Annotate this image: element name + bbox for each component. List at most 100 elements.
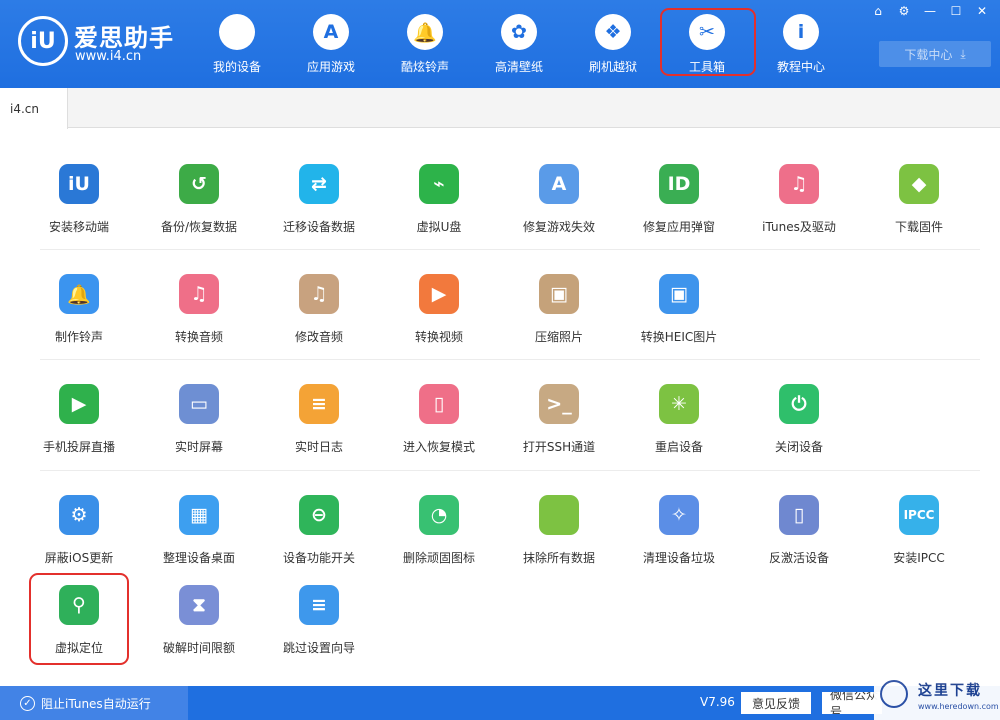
tool-label: 压缩照片 [534, 330, 583, 344]
skip-setup-icon: ≡ [299, 585, 339, 625]
close-icon[interactable]: ✕ [972, 2, 992, 20]
wechat-button[interactable]: 微信公众号 [822, 692, 882, 714]
log-file-icon: ≡ [299, 384, 339, 424]
toggle-switch-icon: ⊖ [299, 495, 339, 535]
nav-item-4[interactable]: ❖ 刷机越狱 [566, 0, 660, 88]
tool-highlight-annotation [29, 573, 129, 665]
tool-item[interactable]: ✧ 清理设备垃圾 [619, 495, 739, 587]
skin-icon[interactable]: ⌂ [868, 2, 888, 20]
backup-clock-icon: ↺ [179, 164, 219, 204]
tool-item[interactable]: ▶ 手机投屏直播 [19, 384, 139, 476]
tool-label: 转换视频 [414, 330, 463, 344]
tool-label: 重启设备 [654, 440, 703, 454]
restart-icon: ✳ [659, 384, 699, 424]
tool-label: 破解时间限额 [162, 641, 235, 655]
tool-item[interactable]: ▣ 压缩照片 [499, 274, 619, 366]
feedback-button[interactable]: 意见反馈 [741, 692, 811, 714]
minimize-icon[interactable]: — [920, 2, 940, 20]
audio-convert-icon: ♫ [179, 274, 219, 314]
tool-item[interactable]: ♫ iTunes及驱动 [739, 164, 859, 256]
tool-label: 删除顽固图标 [402, 551, 475, 565]
nav-label: 高清壁纸 [494, 60, 543, 74]
tool-item[interactable]: ⊖ 设备功能开关 [259, 495, 379, 587]
tool-label: 安装移动端 [48, 220, 109, 234]
nav-item-1[interactable]: A 应用游戏 [284, 0, 378, 88]
nav-item-2[interactable]: 🔔 酷炫铃声 [378, 0, 472, 88]
tool-item[interactable]: A 修复游戏失效 [499, 164, 619, 256]
tool-label: 手机投屏直播 [42, 440, 115, 454]
tool-item[interactable]: 抹除所有数据 [499, 495, 619, 587]
nav-label: 酷炫铃声 [400, 60, 449, 74]
desktop-grid-icon: ▦ [179, 495, 219, 535]
tool-item[interactable]: ⏻ 关闭设备 [739, 384, 859, 476]
tool-item[interactable]: ⇄ 迁移设备数据 [259, 164, 379, 256]
nav-item-0[interactable]: 我的设备 [190, 0, 284, 88]
tool-item[interactable]: ⌁ 虚拟U盘 [379, 164, 499, 256]
tool-item[interactable]: ◆ 下载固件 [859, 164, 979, 256]
tool-label: 设备功能开关 [282, 551, 355, 565]
transfer-phones-icon: ⇄ [299, 164, 339, 204]
app-logo: iU 爱思助手 www.i4.cn [18, 16, 178, 70]
tool-item[interactable]: ▭ 实时屏幕 [139, 384, 259, 476]
tool-item[interactable]: ▦ 整理设备桌面 [139, 495, 259, 587]
dropbox-icon: ❖ [595, 14, 631, 50]
tool-item[interactable]: ♫ 转换音频 [139, 274, 259, 366]
usb-drive-icon: ⌁ [419, 164, 459, 204]
block-itunes-label: 阻止iTunes自动运行 [41, 696, 151, 711]
tool-label: 实时屏幕 [174, 440, 223, 454]
tool-item[interactable]: ⧗ 破解时间限额 [139, 585, 259, 677]
tool-item[interactable]: ▣ 转换HEIC图片 [619, 274, 739, 366]
tool-item[interactable]: ♫ 修改音频 [259, 274, 379, 366]
nav-label: 应用游戏 [306, 60, 355, 74]
power-icon: ⏻ [779, 384, 819, 424]
tool-item[interactable]: iU 安装移动端 [19, 164, 139, 256]
maximize-icon[interactable]: ☐ [946, 2, 966, 20]
tool-label: 进入恢复模式 [402, 440, 475, 454]
tool-label: 整理设备桌面 [162, 551, 235, 565]
tool-item[interactable]: IPCC 安装IPCC [859, 495, 979, 587]
nav-label: 刷机越狱 [588, 60, 637, 74]
tool-item[interactable]: ↺ 备份/恢复数据 [139, 164, 259, 256]
tool-item[interactable]: ID 修复应用弹窗 [619, 164, 739, 256]
tool-label: 抹除所有数据 [522, 551, 595, 565]
tool-item[interactable]: 🔔 制作铃声 [19, 274, 139, 366]
download-center-label: 下载中心 [904, 47, 953, 62]
logo-name: 爱思助手 [74, 24, 174, 52]
tool-label: 修改音频 [294, 330, 343, 344]
tool-label: 安装IPCC [893, 551, 945, 565]
download-center-button[interactable]: 下载中心 ⤓ [879, 41, 991, 67]
tool-item[interactable]: ≡ 实时日志 [259, 384, 379, 476]
block-itunes-toggle[interactable]: ✓ 阻止iTunes自动运行 [0, 686, 188, 720]
logo-url: www.i4.cn [75, 49, 142, 64]
tool-item[interactable]: ▯ 反激活设备 [739, 495, 859, 587]
watermark-url: www.heredown.com [918, 702, 999, 711]
settings-icon[interactable]: ⚙ [894, 2, 914, 20]
tool-item[interactable]: ▶ 转换视频 [379, 274, 499, 366]
ssh-terminal-icon: >_ [539, 384, 579, 424]
tool-label: 实时日志 [294, 440, 343, 454]
tool-label: 转换音频 [174, 330, 223, 344]
screen-cast-icon: ▶ [59, 384, 99, 424]
tool-label: 关闭设备 [774, 440, 823, 454]
erase-apple-icon [539, 495, 579, 535]
broom-icon: ✧ [659, 495, 699, 535]
nav-item-3[interactable]: ✿ 高清壁纸 [472, 0, 566, 88]
tool-label: 清理设备垃圾 [642, 551, 715, 565]
app-repair-icon: A [539, 164, 579, 204]
tool-item[interactable]: >_ 打开SSH通道 [499, 384, 619, 476]
tool-item[interactable]: ✳ 重启设备 [619, 384, 739, 476]
row-divider [40, 359, 980, 360]
hourglass-icon: ⧗ [179, 585, 219, 625]
i4-mobile-icon: iU [59, 164, 99, 204]
tool-item[interactable]: ◔ 删除顽固图标 [379, 495, 499, 587]
apple-icon [219, 14, 255, 50]
video-convert-icon: ▶ [419, 274, 459, 314]
watermark-logo-icon [880, 680, 908, 708]
nav-item-6[interactable]: i 教程中心 [754, 0, 848, 88]
tool-item[interactable]: ≡ 跳过设置向导 [259, 585, 379, 677]
tab-i4cn[interactable]: i4.cn [0, 88, 68, 129]
download-icon: ⤓ [960, 46, 966, 61]
monitor-icon: ▭ [179, 384, 219, 424]
tool-label: 转换HEIC图片 [640, 330, 718, 344]
tool-item[interactable]: ▯ 进入恢复模式 [379, 384, 499, 476]
